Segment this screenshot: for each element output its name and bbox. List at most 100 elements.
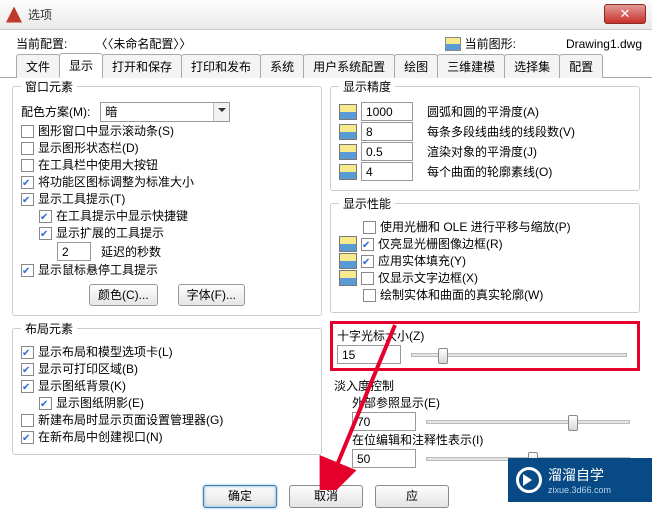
precision-group: 显示精度 1000圆弧和圆的平滑度(A)8每条多段线曲线的线段数(V)0.5渲染…	[330, 78, 640, 191]
drawing-icon	[339, 164, 357, 180]
fade-group: 淡入度控制 外部参照显示(E) 70 在位编辑和注释性表示(I) 50	[330, 375, 640, 471]
current-profile-label: 当前配置:	[16, 35, 67, 52]
precision-input[interactable]: 1000	[361, 102, 413, 121]
label: 显示图纸阴影(E)	[56, 395, 144, 411]
drawing-icon	[339, 144, 357, 160]
inplace-label: 在位编辑和注释性表示(I)	[352, 432, 483, 448]
scheme-combo[interactable]: 暗	[100, 102, 230, 122]
current-drawing-label: 当前图形:	[465, 35, 516, 52]
close-button[interactable]: ✕	[604, 4, 646, 24]
checkbox[interactable]	[21, 264, 34, 277]
fade-legend: 淡入度控制	[334, 378, 394, 394]
tab-6[interactable]: 绘图	[394, 54, 438, 78]
checkbox[interactable]	[21, 125, 34, 138]
checkbox[interactable]	[39, 210, 52, 223]
checkbox[interactable]	[361, 272, 374, 285]
checkbox[interactable]	[21, 380, 34, 393]
label: 显示工具提示(T)	[38, 191, 125, 207]
label: 应用实体填充(Y)	[378, 253, 466, 269]
current-drawing-value: Drawing1.dwg	[566, 37, 642, 51]
label: 新建布局时显示页面设置管理器(G)	[38, 412, 223, 428]
label: 将功能区图标调整为标准大小	[38, 174, 194, 190]
tab-7[interactable]: 三维建模	[437, 54, 505, 78]
performance-legend: 显示性能	[339, 195, 395, 212]
window-title: 选项	[28, 6, 52, 23]
ok-button[interactable]: 确定	[203, 485, 277, 508]
drawing-icon	[339, 236, 357, 252]
performance-group: 显示性能 使用光栅和 OLE 进行平移与缩放(P)仅亮显光栅图像边框(R)应用实…	[330, 195, 640, 313]
drawing-icon	[339, 104, 357, 120]
checkbox[interactable]	[21, 142, 34, 155]
tab-2[interactable]: 打开和保存	[102, 54, 182, 78]
delay-input[interactable]: 2	[57, 242, 91, 261]
tab-5[interactable]: 用户系统配置	[303, 54, 395, 78]
window-elements-legend: 窗口元素	[21, 78, 77, 95]
drawing-icon	[339, 253, 357, 269]
drawing-icon	[339, 270, 357, 286]
label: 仅显示文字边框(X)	[378, 270, 478, 286]
layout-elements-group: 布局元素 显示布局和模型选项卡(L)显示可打印区域(B)显示图纸背景(K) 显示…	[12, 320, 322, 455]
tab-1[interactable]: 显示	[59, 53, 103, 78]
xref-input[interactable]: 70	[352, 412, 416, 431]
label: 仅亮显光栅图像边框(R)	[378, 236, 503, 252]
tab-8[interactable]: 选择集	[504, 54, 560, 78]
drawing-icon	[445, 37, 461, 51]
xref-label: 外部参照显示(E)	[352, 395, 440, 411]
tab-9[interactable]: 配置	[559, 54, 603, 78]
checkbox[interactable]	[39, 227, 52, 240]
drawing-icon	[339, 124, 357, 140]
current-profile-value: 〈〈未命名配置〉〉	[95, 35, 191, 52]
crosshair-label: 十字光标大小(Z)	[337, 328, 424, 344]
window-elements-group: 窗口元素 配色方案(M): 暗 图形窗口中显示滚动条(S)显示图形状态栏(D) 在…	[12, 78, 322, 316]
play-icon	[516, 467, 542, 493]
app-icon	[6, 7, 22, 23]
checkbox[interactable]	[363, 289, 376, 302]
label: 绘制实体和曲面的真实轮廓(W)	[380, 287, 543, 303]
label: 显示扩展的工具提示	[56, 225, 164, 241]
delay-label: 延迟的秒数	[101, 244, 161, 260]
layout-elements-legend: 布局元素	[21, 320, 77, 337]
tab-0[interactable]: 文件	[16, 54, 60, 78]
checkbox[interactable]	[21, 346, 34, 359]
checkbox[interactable]	[21, 193, 34, 206]
label: 显示图形状态栏(D)	[38, 140, 139, 156]
checkbox[interactable]	[39, 397, 52, 410]
scheme-value: 暗	[101, 104, 213, 120]
checkbox[interactable]	[21, 431, 34, 444]
checkbox[interactable]	[21, 414, 34, 427]
checkbox[interactable]	[361, 238, 374, 251]
watermark: 溜溜自学 zixue.3d66.com	[508, 458, 652, 502]
label: 在新布局中创建视口(N)	[38, 429, 163, 445]
apply-button[interactable]: 应	[375, 485, 449, 508]
checkbox[interactable]	[363, 221, 376, 234]
chevron-down-icon	[213, 103, 229, 121]
tab-3[interactable]: 打印和发布	[181, 54, 261, 78]
font-button[interactable]: 字体(F)...	[178, 284, 245, 306]
label: 显示布局和模型选项卡(L)	[38, 344, 173, 360]
precision-legend: 显示精度	[339, 78, 395, 95]
crosshair-highlight: 十字光标大小(Z) 15	[330, 321, 640, 371]
precision-input[interactable]: 0.5	[361, 142, 413, 161]
label: 显示图纸背景(K)	[38, 378, 126, 394]
inplace-input[interactable]: 50	[352, 449, 416, 468]
tab-4[interactable]: 系统	[260, 54, 304, 78]
checkbox[interactable]	[21, 159, 34, 172]
crosshair-input[interactable]: 15	[337, 345, 401, 364]
label: 图形窗口中显示滚动条(S)	[38, 123, 174, 139]
scheme-label: 配色方案(M):	[21, 104, 90, 120]
xref-slider[interactable]	[426, 420, 630, 424]
precision-input[interactable]: 8	[361, 122, 413, 141]
color-button[interactable]: 颜色(C)...	[89, 284, 158, 306]
label: 每条多段线曲线的线段数(V)	[427, 124, 575, 140]
label: 每个曲面的轮廓素线(O)	[427, 164, 552, 180]
checkbox[interactable]	[21, 363, 34, 376]
label: 使用光栅和 OLE 进行平移与缩放(P)	[380, 219, 571, 235]
cancel-button[interactable]: 取消	[289, 485, 363, 508]
checkbox[interactable]	[361, 255, 374, 268]
label: 在工具提示中显示快捷键	[56, 208, 188, 224]
crosshair-slider[interactable]	[411, 353, 627, 357]
checkbox[interactable]	[21, 176, 34, 189]
precision-input[interactable]: 4	[361, 162, 413, 181]
label: 渲染对象的平滑度(J)	[427, 144, 537, 160]
label: 显示鼠标悬停工具提示	[38, 262, 158, 278]
